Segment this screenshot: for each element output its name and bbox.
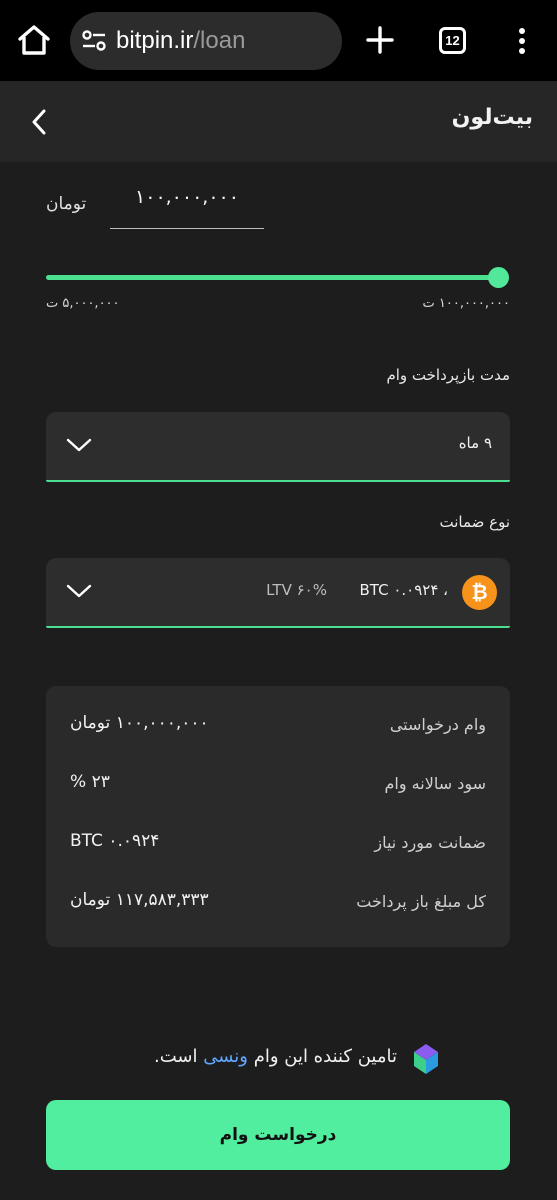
summary-row: کل مبلغ باز پرداخت ۱۱۷,۵۸۳,۳۳۳ تومان — [46, 888, 510, 918]
new-tab-icon[interactable] — [366, 26, 394, 54]
summary-label: ضمانت مورد نیاز — [374, 833, 486, 852]
vancy-logo-icon — [414, 1044, 438, 1074]
slider-min-label: ۵,۰۰۰,۰۰۰ ت — [46, 296, 120, 311]
site-settings-icon[interactable] — [82, 30, 106, 52]
provider-link[interactable]: ونسی — [203, 1046, 248, 1067]
home-icon[interactable] — [16, 22, 52, 58]
app-header: بیت‌لون — [0, 81, 557, 162]
bitcoin-icon: ₿ — [462, 575, 497, 610]
provider-text-before: تامین کننده این وام — [247, 1046, 397, 1067]
summary-value: ۱۱۷,۵۸۳,۳۳۳ تومان — [70, 890, 209, 910]
chevron-down-icon — [66, 438, 92, 452]
chevron-down-icon — [66, 584, 92, 598]
amount-input-underline — [110, 228, 264, 229]
summary-value: ۰.۰۹۲۴ BTC — [70, 831, 160, 851]
browser-toolbar: bitpin.ir/loan 12 — [0, 0, 557, 81]
url-host: bitpin.ir — [116, 27, 194, 54]
repayment-period-select[interactable]: ۹ ماه — [46, 412, 510, 482]
summary-value: ۲۳ % — [70, 772, 110, 792]
summary-label: وام درخواستی — [389, 715, 486, 734]
summary-label: سود سالانه وام — [384, 774, 486, 793]
amount-slider-thumb[interactable] — [488, 267, 509, 288]
chevron-left-icon[interactable] — [26, 107, 54, 137]
repayment-period-value: ۹ ماه — [458, 434, 492, 452]
url-path: /loan — [193, 27, 246, 54]
amount-slider-track[interactable] — [46, 275, 500, 280]
slider-max-label: ۱۰۰,۰۰۰,۰۰۰ ت — [422, 296, 510, 311]
repayment-period-label: مدت بازپرداخت وام — [386, 366, 510, 384]
address-bar[interactable]: bitpin.ir/loan — [70, 12, 342, 70]
collateral-type-label: نوع ضمانت — [439, 513, 510, 531]
page-title: بیت‌لون — [451, 105, 533, 130]
tab-switcher-button[interactable]: 12 — [439, 27, 466, 54]
summary-row: سود سالانه وام ۲۳ % — [46, 770, 510, 800]
amount-input[interactable]: ۱۰۰,۰۰۰,۰۰۰ — [110, 186, 264, 208]
collateral-type-select[interactable]: ₿ BTC ۰.۰۹۲۴ ، LTV ۶۰% — [46, 558, 510, 628]
loan-provider-note: تامین کننده این وام ونسی است. — [0, 1040, 557, 1080]
more-menu-icon[interactable] — [515, 27, 529, 55]
provider-text-after: است. — [154, 1046, 204, 1067]
request-loan-button[interactable]: درخواست وام — [46, 1100, 510, 1170]
url-text: bitpin.ir/loan — [116, 27, 245, 55]
summary-row: ضمانت مورد نیاز ۰.۰۹۲۴ BTC — [46, 829, 510, 859]
amount-unit: تومان — [46, 194, 87, 214]
summary-label: کل مبلغ باز پرداخت — [356, 892, 486, 911]
summary-row: وام درخواستی ۱۰۰,۰۰۰,۰۰۰ تومان — [46, 711, 510, 741]
collateral-amount: BTC ۰.۰۹۲۴ ، — [359, 581, 448, 599]
loan-summary-card: وام درخواستی ۱۰۰,۰۰۰,۰۰۰ تومان سود سالان… — [46, 686, 510, 947]
provider-text: تامین کننده این وام ونسی است. — [154, 1046, 397, 1067]
collateral-ltv: LTV ۶۰% — [266, 581, 327, 599]
loan-form: ۱۰۰,۰۰۰,۰۰۰ تومان ۱۰۰,۰۰۰,۰۰۰ ت ۵,۰۰۰,۰۰… — [0, 162, 557, 1200]
summary-value: ۱۰۰,۰۰۰,۰۰۰ تومان — [70, 713, 209, 733]
